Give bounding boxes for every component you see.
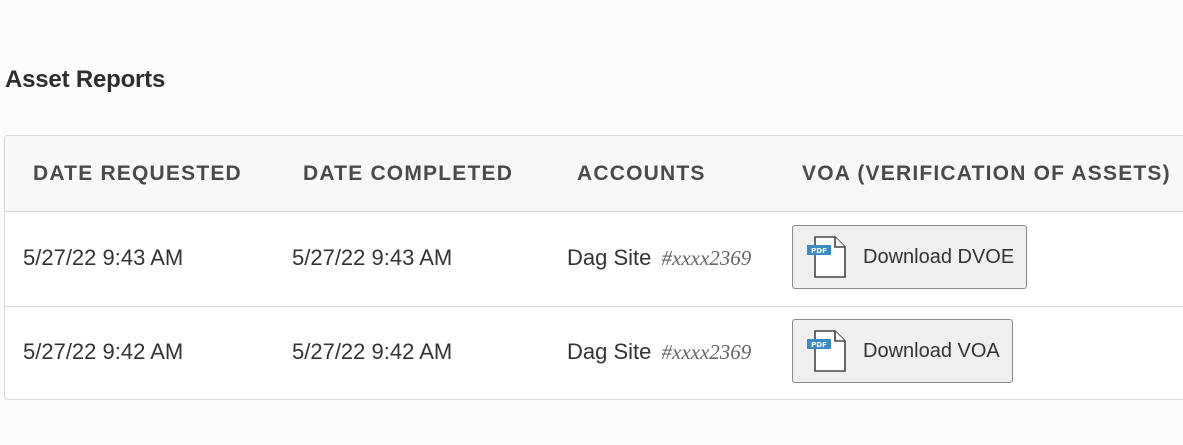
download-dvoe-button[interactable]: PDF Download DVOE [792, 225, 1028, 289]
download-button-label: Download VOA [863, 339, 1000, 362]
table-header-row: DATE REQUESTED DATE COMPLETED ACCOUNTS V… [5, 136, 1183, 212]
pdf-badge-label: PDF [811, 247, 827, 255]
header-date-completed: DATE COMPLETED [303, 162, 514, 185]
account-cell: Dag Site #xxxx2369 [567, 339, 751, 365]
table-row: 5/27/22 9:43 AM 5/27/22 9:43 AM Dag Site… [5, 212, 1183, 307]
date-completed-cell: 5/27/22 9:43 AM [292, 245, 453, 270]
account-mask: #xxxx2369 [661, 340, 752, 364]
account-name: Dag Site [567, 245, 652, 270]
table-row: 5/27/22 9:42 AM 5/27/22 9:42 AM Dag Site… [5, 306, 1183, 399]
account-name: Dag Site [567, 339, 652, 364]
section-title: Asset Reports [5, 66, 166, 93]
date-completed-cell: 5/27/22 9:42 AM [292, 339, 453, 364]
header-date-requested: DATE REQUESTED [33, 162, 242, 185]
asset-reports-page: Asset Reports DATE REQUESTED DATE COMPLE… [0, 0, 1183, 445]
account-cell: Dag Site #xxxx2369 [567, 245, 751, 271]
pdf-file-icon: PDF [807, 330, 846, 372]
header-accounts: ACCOUNTS [577, 162, 706, 185]
date-requested-cell: 5/27/22 9:42 AM [23, 339, 184, 364]
download-voa-button[interactable]: PDF Download VOA [792, 319, 1013, 383]
header-voa: VOA (VERIFICATION OF ASSETS) [802, 162, 1171, 185]
asset-reports-table: DATE REQUESTED DATE COMPLETED ACCOUNTS V… [4, 135, 1183, 400]
pdf-badge-label: PDF [811, 341, 827, 349]
date-requested-cell: 5/27/22 9:43 AM [23, 245, 184, 270]
account-mask: #xxxx2369 [661, 246, 752, 270]
pdf-file-icon: PDF [807, 236, 846, 278]
download-button-label: Download DVOE [863, 245, 1015, 268]
